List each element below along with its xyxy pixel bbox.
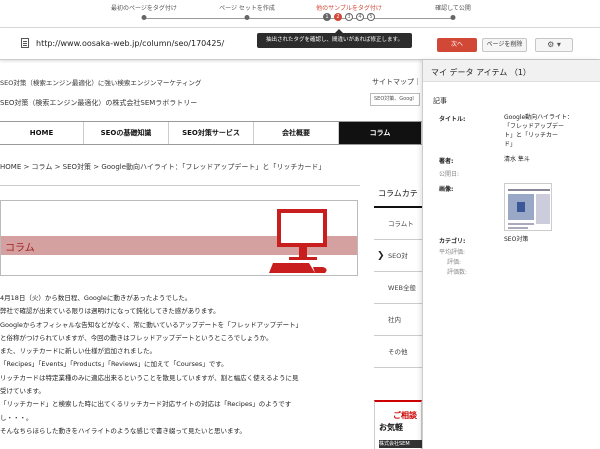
nav-seo-basics[interactable]: SEOの基礎知識 (84, 122, 169, 144)
article-line: 弊社で確認が出来ている限りは週明けになって鈍化してきた感があります。 (0, 307, 220, 316)
consultation-banner[interactable]: ご相談 お気軽 株式会社SEM (374, 400, 422, 449)
global-nav: HOME SEOの基礎知識 SEO対策サービス 会社概要 コラム (0, 121, 422, 145)
settings-menu-button[interactable]: ⚙ ▾ (535, 38, 573, 52)
site-search-input[interactable]: SEO対策、Googl (370, 93, 420, 106)
article-line: 「リッチカード」と検索した時に出てくるリッチカード対応サイトの対応は「Recip… (0, 400, 292, 409)
chevron-right-icon: ❯ (377, 251, 385, 261)
sample-pill-5[interactable]: 5 (367, 13, 375, 21)
article-line: 受けています。 (0, 387, 45, 396)
image-field-label: 画像: (439, 186, 454, 193)
sample-pill-1[interactable]: 1 (323, 13, 331, 21)
nav-company[interactable]: 会社概要 (254, 122, 339, 144)
rating-field-label: 評価: (447, 259, 462, 266)
chevron-down-icon: ▾ (556, 40, 561, 49)
article-line: そんなちらほらした動きをハイライトのような感じで書き綴って見たいと思います。 (0, 426, 246, 435)
article-item-card: 記事 タイトル: Google動向ハイライト： 「フレッドアップデー ト」と「リ… (429, 90, 595, 380)
step-label-4[interactable]: 確認して公開 (435, 3, 471, 12)
stepper-track (144, 18, 452, 19)
step-label-3[interactable]: 他のサンプルをタグ付け (316, 3, 382, 12)
nav-seo-services[interactable]: SEO対策サービス (169, 122, 254, 144)
side-nav-title: コラムカテ (378, 189, 418, 198)
nav-column[interactable]: コラム (339, 122, 422, 144)
breadcrumb[interactable]: HOME > コラム > SEO対策 > Google動向ハイライト：「フレッド… (0, 162, 325, 172)
step-label-1[interactable]: 最初のページをタグ付け (111, 3, 177, 12)
article-body: 4月18日（火）から数日程、Googleに動きがあったようでした。 弊社で確認が… (0, 292, 368, 438)
sample-pill-2[interactable]: 2 (334, 13, 342, 21)
sample-pill-3[interactable]: 3 (345, 13, 353, 21)
step-dot-4[interactable] (450, 15, 456, 20)
data-items-panel: マイ データ アイテム （1） 記事 タイトル: Google動向ハイライト： … (422, 60, 600, 449)
delete-page-button[interactable]: ページを削除 (482, 38, 527, 52)
title-field-value[interactable]: Google動向ハイライト： 「フレッドアップデー ト」と「リッチカー ド」 (504, 113, 573, 149)
column-hero-banner: コラム (0, 200, 358, 276)
gear-icon: ⚙ (547, 40, 555, 49)
panel-header: マイ データ アイテム （1） (423, 60, 600, 82)
item-type-label: 記事 (433, 97, 447, 105)
category-field-value[interactable]: SEO対策 (504, 235, 528, 244)
tagging-stepper: 最初のページをタグ付け ページ セットを作成 他のサンプルをタグ付け 確認して公… (0, 0, 600, 28)
article-line: 「Recipes」「Events」「Products」「Reviews」に加えて… (0, 360, 228, 369)
consult-bar-text: 株式会社SEM (379, 441, 410, 447)
column-category-nav: コラムカテ コラムト ❯ SEO対 WEB全般 社内 その他 (374, 184, 422, 384)
consult-heading: ご相談 (393, 411, 417, 420)
title-field-label: タイトル: (439, 116, 466, 123)
step-label-2[interactable]: ページ セットを作成 (219, 3, 275, 12)
next-button[interactable]: 次へ (437, 38, 477, 52)
side-item-column-top[interactable]: コラムト (374, 208, 422, 240)
sample-pill-4[interactable]: 4 (356, 13, 364, 21)
site-company-name[interactable]: SEO対策（検索エンジン最適化）の株式会社SEMラボラトリー (0, 98, 197, 108)
sitemap-link[interactable]: サイトマップ｜ (372, 77, 421, 87)
instruction-tooltip: 抽出されたタグを確認し、間違いがあれば修正します。 (257, 29, 412, 48)
panel-title: マイ データ アイテム （1） (431, 68, 531, 77)
article-line: と俗称がつけられていますが、今回の動きはフレッドアップデートというところでしょう… (0, 333, 273, 342)
hero-title: コラム (5, 243, 35, 254)
rating-count-field-label: 評価数: (447, 269, 468, 276)
content-divider (0, 185, 360, 186)
step-dot-2[interactable] (244, 15, 250, 20)
website-preview[interactable]: SEO対策（検索エンジン最適化）に強い検索エンジンマーケティング SEO対策（検… (0, 60, 422, 449)
side-item-internal[interactable]: 社内 (374, 304, 422, 336)
author-field-label: 著者: (439, 158, 454, 165)
article-line: Googleからオフィシャルな告知などがなく、常に動いているアップデートを「フレ… (0, 320, 303, 329)
article-line: また、リッチカードに新しい仕様が追加されました。 (0, 347, 156, 356)
article-line: し・・・。 (0, 413, 33, 422)
nav-home[interactable]: HOME (0, 122, 84, 144)
consult-subheading: お気軽 (379, 423, 403, 432)
avg-rating-field-label: 平均評価: (439, 249, 466, 256)
author-field-value[interactable]: 清水 隼斗 (504, 155, 530, 164)
step-dot-1[interactable] (141, 15, 147, 20)
monitor-icon (269, 209, 327, 273)
category-field-label: カテゴリ: (439, 238, 466, 245)
published-field-label: 公開日: (439, 171, 460, 178)
image-field-thumbnail[interactable] (504, 183, 552, 231)
document-icon (21, 38, 29, 48)
site-tagline: SEO対策（検索エンジン最適化）に強い検索エンジンマーケティング (0, 79, 202, 87)
side-item-seo[interactable]: ❯ SEO対 (374, 240, 422, 272)
page-url: http://www.oosaka-web.jp/column/seo/1704… (36, 39, 225, 48)
side-item-web[interactable]: WEB全般 (374, 272, 422, 304)
side-item-other[interactable]: その他 (374, 336, 422, 368)
article-line: リッチカードは特定業種のみに適応出来るということを散見していますが、割と幅広く使… (0, 373, 299, 382)
article-line: 4月18日（火）から数日程、Googleに動きがあったようでした。 (0, 294, 192, 302)
